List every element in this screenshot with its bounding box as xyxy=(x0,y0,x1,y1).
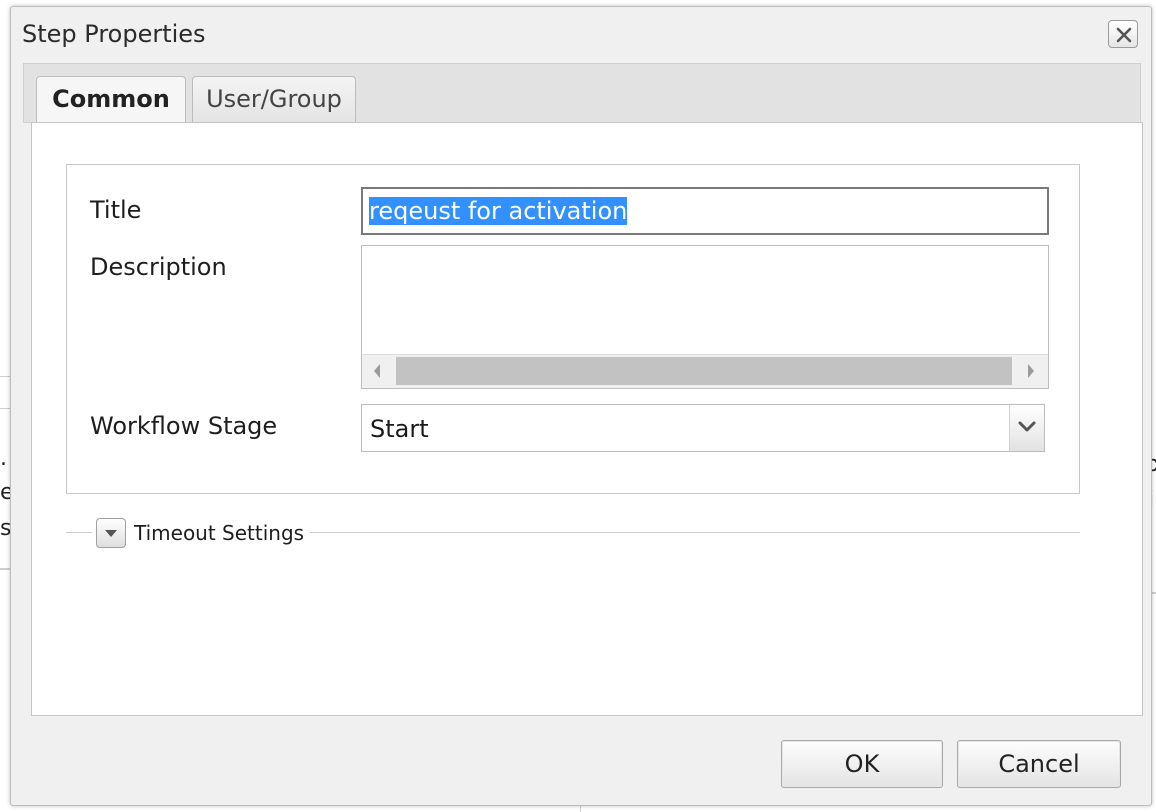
timeout-settings-label: Timeout Settings xyxy=(134,521,305,545)
triangle-down-icon xyxy=(105,530,117,537)
background-text-fragment: . xyxy=(0,446,7,471)
timeout-toggle-button[interactable] xyxy=(96,518,126,548)
background-divider xyxy=(0,568,10,570)
close-button[interactable] xyxy=(1108,20,1138,48)
tab-strip: Common User/Group xyxy=(23,63,1141,126)
dialog-title: Step Properties xyxy=(22,20,206,48)
title-input[interactable]: reqeust for activation xyxy=(361,187,1049,235)
tab-label: User/Group xyxy=(206,85,342,113)
tab-common[interactable]: Common xyxy=(36,76,186,126)
chevron-down-icon xyxy=(1018,421,1036,432)
timeout-settings-legend: Timeout Settings xyxy=(92,518,311,548)
step-properties-dialog: Step Properties Common User/Group Title … xyxy=(10,6,1152,806)
workflow-stage-select[interactable]: Start xyxy=(361,404,1045,452)
selected-text: reqeust for activation xyxy=(369,197,628,225)
description-label: Description xyxy=(90,253,227,281)
tab-label: Common xyxy=(52,85,170,113)
properties-fieldset: Title reqeust for activation Description… xyxy=(66,164,1080,494)
title-label: Title xyxy=(90,196,142,224)
background-divider xyxy=(0,408,10,409)
tab-user-group[interactable]: User/Group xyxy=(192,76,356,124)
description-textarea[interactable] xyxy=(361,245,1049,389)
triangle-left-icon[interactable] xyxy=(372,363,382,379)
cancel-button[interactable]: Cancel xyxy=(957,740,1121,788)
background-divider xyxy=(580,806,581,812)
ok-button[interactable]: OK xyxy=(781,740,943,788)
workflow-stage-label: Workflow Stage xyxy=(90,412,278,440)
workflow-stage-value: Start xyxy=(370,415,429,443)
triangle-right-icon[interactable] xyxy=(1026,363,1036,379)
tab-content-panel: Title reqeust for activation Description… xyxy=(31,122,1143,716)
horizontal-scrollbar[interactable] xyxy=(362,354,1048,388)
close-icon xyxy=(1116,27,1132,43)
scrollbar-thumb[interactable] xyxy=(396,357,1012,385)
dropdown-trigger[interactable] xyxy=(1009,405,1044,451)
background-divider xyxy=(0,376,10,377)
